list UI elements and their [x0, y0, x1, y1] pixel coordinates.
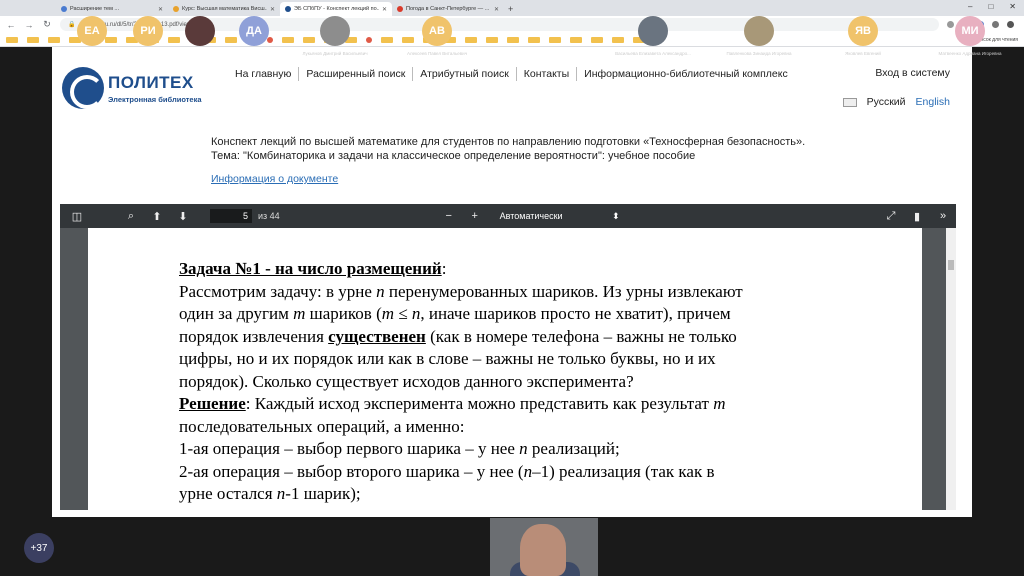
nav-contacts-link[interactable]: Контакты [515, 67, 576, 81]
participant-tile[interactable]: МИ Матвеенко Адриана Игоревна [920, 0, 1020, 59]
bookmark-folder-icon[interactable] [6, 36, 18, 43]
participant-tile[interactable]: ЯВ Яковлев Евгений [818, 0, 908, 59]
participant-name: Лукьянов Дмитрий Васильевич [302, 51, 368, 56]
language-switcher: Русский English [842, 96, 950, 108]
site-logo[interactable]: ПОЛИТЕХ Электронная библиотека [62, 67, 202, 109]
pdf-line: урне остался n-1 шарик); [179, 484, 361, 503]
document-title-line: Тема: "Комбинаторика и задачи на классич… [211, 150, 696, 162]
participant-name: Матвеенко Адриана Игоревна [938, 51, 1002, 56]
participant-tile[interactable]: Лукьянов Дмитрий Васильевич [290, 0, 380, 59]
participant-tile[interactable]: Васильева Елизавета Александро... [604, 0, 702, 59]
login-link[interactable]: Вход в систему [875, 67, 950, 79]
nav-library-complex-link[interactable]: Информационно-библиотечный комплекс [576, 67, 795, 81]
participant-tile[interactable]: ЕА [72, 0, 112, 59]
chevron-updown-icon: ⬍ [612, 210, 620, 221]
zoom-out-icon[interactable]: − [436, 210, 462, 222]
pdf-line: цифры, но и их порядок или как в слове –… [179, 349, 716, 368]
bookmark-folder-icon[interactable] [507, 36, 519, 43]
participant-name: Павленкова Зинаида Игоревна [726, 51, 792, 56]
avatar: МИ [955, 16, 985, 46]
avatar: ЕА [77, 16, 107, 46]
nav-home-link[interactable]: На главную [228, 67, 298, 81]
avatar: РИ [133, 16, 163, 46]
document-title-line: Конспект лекций по высшей математике для… [211, 136, 806, 148]
main-nav: На главную Расширенный поиск Атрибутный … [228, 67, 795, 81]
bookmark-folder-icon[interactable] [48, 36, 60, 43]
bookmark-folder-icon[interactable] [27, 36, 39, 43]
pdf-line: порядок). Сколько существует исходов дан… [179, 371, 634, 391]
participant-tile[interactable] [180, 0, 220, 59]
active-speaker-video[interactable] [490, 518, 598, 576]
logo-subtitle: Электронная библиотека [108, 94, 202, 104]
pdf-page-text: Задача №1 - на число размещений: Рассмот… [179, 258, 869, 506]
mail-icon[interactable] [842, 97, 857, 107]
sidebar-toggle-icon[interactable]: ◫ [64, 210, 90, 223]
bookmark-folder-icon[interactable] [528, 36, 540, 43]
pdf-line: 2-ая операция – выбор второго шарика – у… [179, 461, 715, 481]
bookmark-folder-icon[interactable] [549, 36, 561, 43]
pdf-line: Рассмотрим задачу: в урне n перенумерова… [179, 281, 743, 301]
reload-icon[interactable]: ↻ [42, 19, 52, 30]
bookmark-icon[interactable]: ▮ [904, 210, 930, 223]
avatar [744, 16, 774, 46]
tab-favicon-icon [61, 6, 67, 12]
new-tab-icon[interactable]: + [508, 2, 513, 16]
scrollbar-thumb[interactable] [948, 260, 954, 270]
page-number-input[interactable]: 5 [210, 209, 252, 223]
lang-ru-link[interactable]: Русский [867, 96, 906, 108]
close-icon[interactable]: ✕ [494, 6, 499, 13]
avatar: ЯВ [848, 16, 878, 46]
pdf-line: 1-ая операция – выбор первого шарика – у… [179, 439, 620, 458]
zoom-in-icon[interactable]: + [462, 210, 488, 222]
task-title: Задача №1 - на число размещений [179, 259, 442, 278]
participant-tile[interactable]: РИ [128, 0, 168, 59]
next-page-icon[interactable]: ⬇ [170, 210, 196, 223]
pdf-line: один за другим m шариков (m ≤ n, иначе ш… [179, 304, 731, 323]
participant-name: Алексеев Павел Витальевич [406, 51, 468, 56]
polytech-logo-icon [62, 67, 104, 109]
document-title: Конспект лекций по высшей математике для… [211, 135, 951, 163]
more-participants-badge[interactable]: +37 [24, 533, 54, 563]
presentation-mode-icon[interactable]: ⤢ [878, 210, 904, 223]
search-icon[interactable]: ⌕ [118, 210, 144, 223]
pdf-viewport[interactable]: Задача №1 - на число размещений: Рассмот… [60, 228, 956, 510]
speaker-video-face [520, 524, 566, 576]
tab-favicon-icon [173, 6, 179, 12]
pdf-line: порядок извлечения существенен (как в но… [179, 326, 737, 346]
nav-attribute-search-link[interactable]: Атрибутный поиск [412, 67, 516, 81]
avatar [638, 16, 668, 46]
nav-advanced-search-link[interactable]: Расширенный поиск [298, 67, 412, 81]
avatar: ДА [239, 16, 269, 46]
pdf-line: последовательных операций, а именно: [179, 416, 465, 436]
bookmark-folder-icon[interactable] [591, 36, 603, 43]
logo-title: ПОЛИТЕХ [108, 72, 194, 92]
back-icon[interactable]: ← [6, 20, 16, 30]
bookmark-folder-icon[interactable] [168, 36, 180, 43]
forward-icon[interactable]: → [24, 20, 34, 30]
avatar [320, 16, 350, 46]
bookmark-folder-icon[interactable] [486, 36, 498, 43]
page-total: из 44 [258, 211, 280, 221]
pdf-line: Решение: Каждый исход эксперимента можно… [179, 394, 726, 413]
participant-name: Яковлев Евгений [845, 51, 881, 56]
participant-tile[interactable]: Павленкова Зинаида Игоревна [710, 0, 808, 59]
solution-label: Решение [179, 394, 246, 413]
participant-name: Васильева Елизавета Александро... [615, 51, 691, 56]
pdf-toolbar: ◫ ⌕ ⬆ ⬇ 5 из 44 − + Автоматически ⬍ ⤢ ▮ … [60, 204, 956, 228]
pdf-line: Задача №1 - на число размещений: [179, 259, 447, 278]
zoom-select[interactable]: Автоматически ⬍ [496, 208, 624, 224]
close-icon[interactable]: ✕ [382, 6, 387, 13]
participant-tile[interactable]: ДА [234, 0, 274, 59]
document-info-link[interactable]: Информация о документе [211, 173, 338, 185]
pdf-scrollbar[interactable] [946, 228, 956, 510]
pdf-toolbar-right: ⤢ ▮ » [878, 210, 956, 223]
more-tools-icon[interactable]: » [930, 210, 956, 223]
avatar [185, 16, 215, 46]
lang-en-link[interactable]: English [916, 96, 950, 108]
avatar: АВ [422, 16, 452, 46]
participant-tile[interactable]: АВ Алексеев Павел Витальевич [392, 0, 482, 59]
bookmark-folder-icon[interactable] [570, 36, 582, 43]
previous-page-icon[interactable]: ⬆ [144, 210, 170, 223]
zoom-value: Автоматически [499, 211, 563, 221]
